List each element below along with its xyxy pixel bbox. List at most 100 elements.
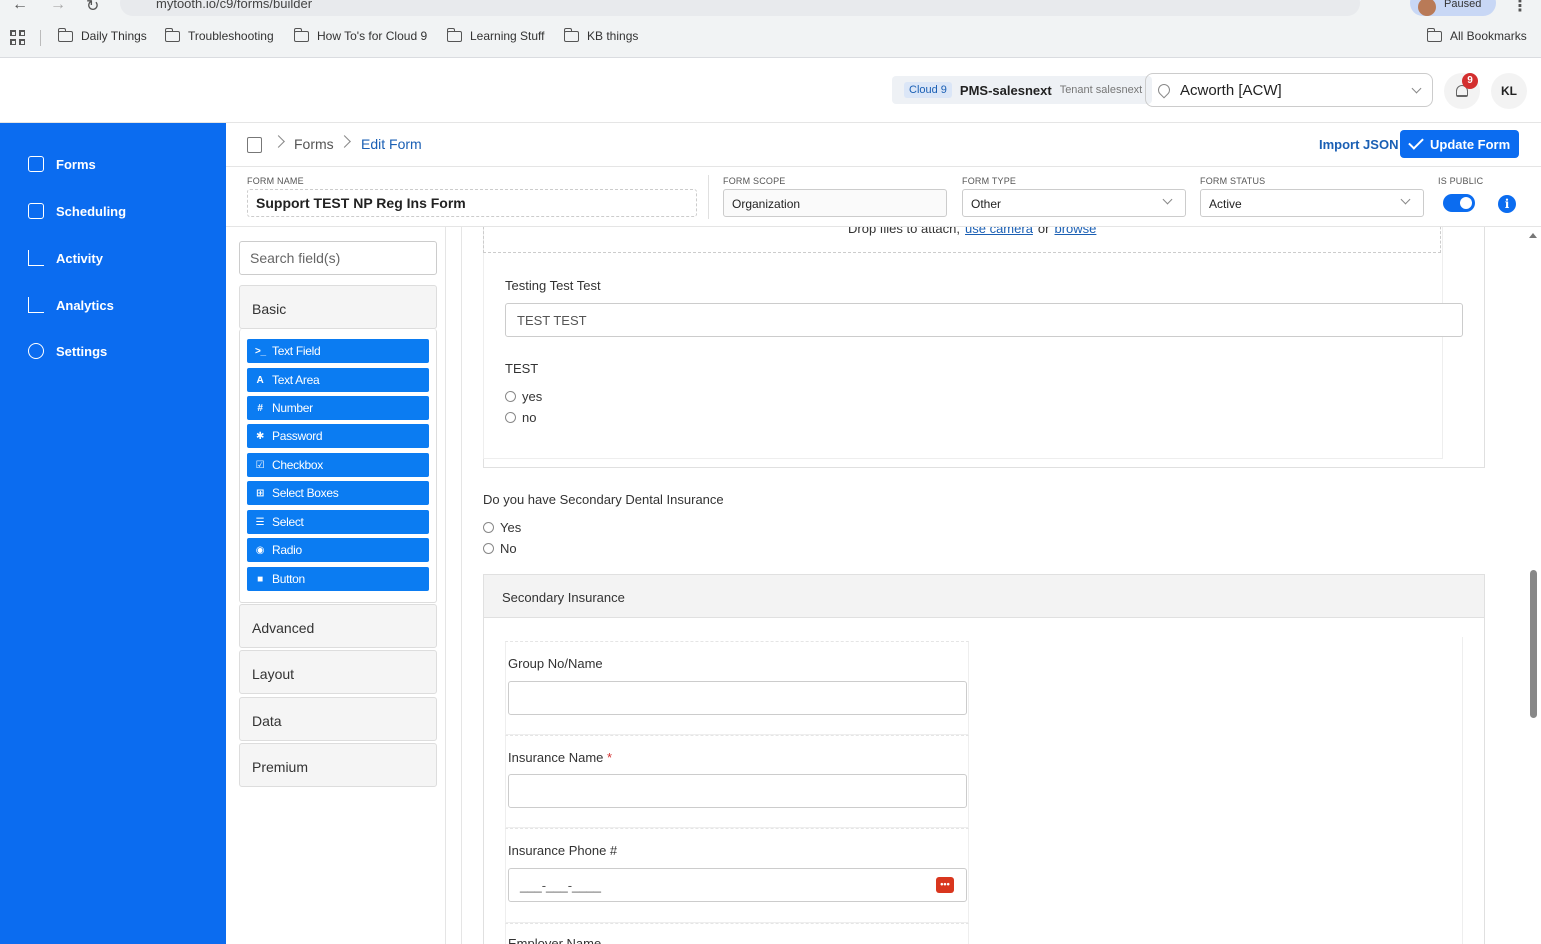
menu-icon[interactable]: ⋮ — [1512, 0, 1528, 16]
plus-square-icon: ⊞ — [255, 487, 265, 499]
form-canvas: Drop files to attach, use camera or brow… — [461, 227, 1506, 944]
sidebar-item-activity[interactable]: Activity — [28, 250, 103, 266]
secondary-insurance-panel-header[interactable]: Secondary Insurance — [483, 574, 1485, 618]
breadcrumb-forms[interactable]: Forms — [294, 136, 334, 152]
radio-yes[interactable]: yes — [505, 389, 542, 404]
update-form-button[interactable]: Update Form — [1400, 130, 1519, 158]
reload-icon[interactable]: ↻ — [86, 0, 99, 16]
component-password[interactable]: ✱ Password — [247, 424, 429, 448]
location-value: Acworth [ACW] — [1180, 81, 1282, 99]
divider — [708, 175, 709, 219]
component-label: Text Field — [272, 344, 321, 358]
component-label: Checkbox — [272, 458, 323, 472]
component-radio[interactable]: ◉ Radio — [247, 538, 429, 562]
group-data[interactable]: Data — [239, 697, 437, 741]
bookmarks-bar: Daily Things Troubleshooting How To's fo… — [0, 18, 1541, 58]
component-palette: Basic >_ Text Field A Text Area # Number ✱ P… — [230, 227, 446, 944]
activity-icon — [28, 250, 44, 266]
user-avatar[interactable]: KL — [1491, 73, 1527, 109]
notifications-button[interactable]: 9 — [1444, 73, 1480, 109]
component-label: Radio — [272, 543, 302, 557]
bookmark-learning-stuff[interactable]: Learning Stuff — [446, 27, 545, 43]
hashtag-icon: # — [257, 402, 263, 414]
radio-label: no — [522, 410, 537, 425]
form-type-select[interactable]: Other — [962, 189, 1186, 217]
insurance-name-input[interactable] — [508, 774, 967, 808]
group-input[interactable] — [508, 681, 967, 715]
radio-label: Yes — [500, 520, 522, 535]
bookmark-how-tos[interactable]: How To's for Cloud 9 — [293, 27, 427, 43]
bookmark-kb-things[interactable]: KB things — [563, 27, 639, 43]
component-label: Select — [272, 515, 304, 529]
is-public-toggle[interactable] — [1443, 194, 1475, 212]
secondary-question-label: Do you have Secondary Dental Insurance — [483, 492, 724, 507]
app-header: Cloud 9 PMS-salesnext Tenant salesnext A… — [0, 58, 1541, 123]
component-text-area[interactable]: A Text Area — [247, 368, 429, 392]
secondary-radio-no[interactable]: No — [483, 541, 517, 556]
tenant-indicator[interactable]: Cloud 9 PMS-salesnext Tenant salesnext — [892, 76, 1153, 104]
insurance-phone-label: Insurance Phone # — [508, 843, 618, 858]
component-number[interactable]: # Number — [247, 396, 429, 420]
info-icon[interactable]: i — [1498, 195, 1516, 213]
secondary-radio-yes[interactable]: Yes — [483, 520, 521, 535]
profile-avatar — [1418, 0, 1436, 16]
radio-icon: ◉ — [255, 544, 265, 556]
radio-label: No — [500, 541, 517, 556]
component-button[interactable]: ■ Button — [247, 567, 429, 591]
bookmark-troubleshooting[interactable]: Troubleshooting — [164, 27, 274, 43]
component-text-field[interactable]: >_ Text Field — [247, 339, 429, 363]
drop-zone-text: Drop files to attach, use camera or brow… — [848, 227, 1096, 236]
radio-no[interactable]: no — [505, 410, 536, 425]
sidebar-item-settings[interactable]: Settings — [28, 343, 107, 359]
sidebar-item-scheduling[interactable]: Scheduling — [28, 203, 126, 219]
group-premium[interactable]: Premium — [239, 743, 437, 787]
radio-label: yes — [522, 389, 543, 404]
component-select-boxes[interactable]: ⊞ Select Boxes — [247, 481, 429, 505]
sidebar-item-label: Forms — [56, 156, 96, 172]
insurance-phone-input[interactable]: ___-___-____ ••• — [508, 868, 967, 902]
checkbox-icon: ☑ — [255, 459, 265, 471]
component-select[interactable]: ☰ Select — [247, 510, 429, 534]
tenant-badge: Cloud 9 — [904, 82, 952, 98]
search-fields-input[interactable] — [239, 241, 437, 275]
form-name-input[interactable]: Support TEST NP Reg Ins Form — [247, 189, 697, 217]
group-label: Group No/Name — [508, 656, 603, 671]
column-divider — [1462, 637, 1463, 944]
folder-icon — [563, 27, 579, 42]
browse-link[interactable]: browse — [1054, 227, 1096, 236]
sidebar-item-analytics[interactable]: Analytics — [28, 297, 114, 313]
back-icon[interactable]: ← — [12, 0, 28, 14]
password-manager-icon[interactable]: ••• — [936, 877, 954, 893]
form-list-icon[interactable] — [247, 137, 262, 153]
testing-input[interactable]: TEST TEST — [505, 303, 1463, 337]
url-bar[interactable]: mytooth.io/c9/forms/builder — [120, 0, 1360, 16]
form-status-select[interactable]: Active — [1200, 189, 1424, 217]
group-layout[interactable]: Layout — [239, 650, 437, 694]
group-advanced[interactable]: Advanced — [239, 604, 437, 648]
sidebar-item-forms[interactable]: Forms — [28, 156, 96, 172]
location-pin-icon — [1155, 81, 1173, 99]
component-checkbox[interactable]: ☑ Checkbox — [247, 453, 429, 477]
breadcrumb-edit-form: Edit Form — [361, 136, 422, 152]
test-radio-label: TEST — [505, 361, 539, 376]
tenant-sub: Tenant salesnext — [1059, 84, 1143, 96]
is-public-label: IS PUBLIC — [1438, 176, 1484, 186]
insurance-name-text: Insurance Name — [508, 750, 604, 765]
bookmark-daily-things[interactable]: Daily Things — [57, 27, 147, 43]
import-json-button[interactable]: Import JSON — [1319, 137, 1398, 152]
forward-icon[interactable]: → — [50, 0, 66, 14]
form-settings-row: FORM NAME Support TEST NP Reg Ins Form F… — [226, 167, 1541, 227]
use-camera-link[interactable]: use camera — [965, 227, 1033, 236]
page-scrollbar[interactable] — [1525, 227, 1541, 944]
group-basic[interactable]: Basic — [239, 285, 437, 329]
profile-paused-button[interactable]: Paused — [1410, 0, 1496, 16]
sidebar: Forms Scheduling Activity Analytics Sett… — [0, 123, 226, 944]
scroll-up-arrow-icon[interactable] — [1529, 233, 1537, 238]
scroll-thumb[interactable] — [1530, 570, 1537, 718]
all-bookmarks[interactable]: All Bookmarks — [1426, 27, 1527, 43]
form-type-value: Other — [971, 197, 1002, 211]
paused-label: Paused — [1444, 0, 1482, 10]
location-select[interactable]: Acworth [ACW] — [1145, 73, 1433, 107]
bookmark-label: KB things — [587, 29, 639, 43]
apps-icon[interactable] — [10, 30, 25, 45]
